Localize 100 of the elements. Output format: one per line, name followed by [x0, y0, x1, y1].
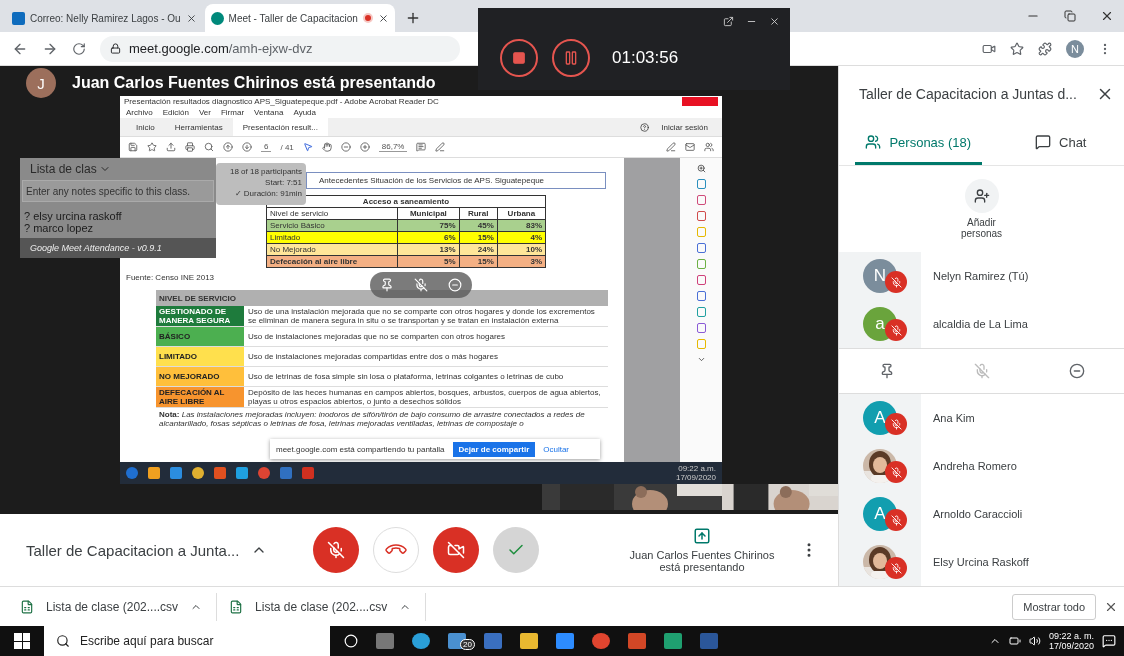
notifications-icon[interactable]	[1102, 634, 1116, 648]
add-people-label: Añadir personas	[959, 217, 1004, 239]
column-header: NIVEL DE SERVICIO	[159, 293, 237, 303]
menu-item[interactable]: Edición	[162, 108, 189, 117]
pointer-icon[interactable]	[302, 142, 313, 152]
page-count: / 41	[280, 142, 294, 152]
level-label: NO MEJORADO	[159, 372, 220, 381]
app-icon[interactable]	[258, 467, 270, 479]
hangup-button[interactable]	[373, 527, 420, 573]
zoom-field[interactable]: 86,7%	[378, 142, 408, 152]
footnote: Nota: Las instalaciones mejoradas incluyen: inodoros de sifón/tirón de bajo consumo de arrastre conectados a redes de alcantarillado, fosas sépticas o letrinas de fosa, letrinas mejoradas ventiladas, letrinas de compostaje o	[158, 409, 586, 430]
start-time: Start: 7:51	[265, 178, 302, 187]
spreadsheet-icon	[20, 599, 34, 614]
menu-item[interactable]: Firmar	[220, 108, 245, 117]
app-icon[interactable]	[192, 467, 204, 479]
browser-tab[interactable]: Correo: Nelly Ramirez Lagos - Ou	[6, 4, 203, 32]
help-icon[interactable]	[640, 122, 650, 132]
show-all-button[interactable]: Mostrar todo	[1012, 593, 1096, 620]
level-definition: Uso de una instalación mejorada que no se comparte con otros hogares y donde los excrementos se eliminan de manera segura in situ o se transportan y se tratan en instalación externa	[247, 306, 596, 326]
download-item[interactable]: Lista de clase (202....csv	[46, 599, 179, 614]
upload-icon[interactable]	[166, 142, 176, 152]
app-icon[interactable]	[126, 467, 138, 479]
level-label: LIMITADO	[159, 352, 198, 361]
participant-name: Andreha Romero	[933, 460, 1017, 472]
windows-start-icon[interactable]	[14, 633, 30, 649]
tab[interactable]: Inicio	[126, 118, 165, 136]
extensions-icon[interactable]	[1038, 41, 1052, 56]
clock-time: 09:22 a.m.	[678, 464, 716, 473]
reload-icon[interactable]	[72, 41, 86, 56]
menu-item[interactable]: Ver	[198, 108, 211, 117]
stop-icon	[512, 51, 526, 65]
chevron-down-icon[interactable]	[696, 355, 706, 364]
add-person-icon	[973, 188, 990, 204]
zoom-icon[interactable]	[696, 164, 706, 173]
search-icon[interactable]	[204, 142, 214, 152]
notes-field[interactable]: Enter any notes specific to this class.	[22, 180, 214, 202]
sign-icon[interactable]	[666, 142, 676, 152]
tab[interactable]: Personas (18)	[855, 122, 982, 165]
taskbar-search-field[interactable]: Escribe aquí para buscar	[44, 626, 330, 656]
page-down-icon[interactable]	[242, 142, 252, 152]
restore-icon[interactable]	[1064, 10, 1076, 22]
pause-button[interactable]	[552, 39, 590, 77]
participant-name: Elsy Urcina Raskoff	[933, 556, 1029, 568]
popout-icon[interactable]	[723, 16, 734, 27]
sign-in-link[interactable]: Iniciar sesión	[661, 122, 708, 132]
remove-icon[interactable]	[1068, 363, 1085, 379]
taskbar-clock[interactable]: 09:22 a. m. 17/09/2020	[1048, 631, 1094, 651]
close-icon[interactable]	[769, 16, 780, 27]
class-dropdown[interactable]: Lista de clas	[20, 158, 121, 180]
menu-item[interactable]: Ventana	[254, 108, 284, 117]
page-field[interactable]: 6	[261, 142, 272, 152]
menu-item[interactable]: Archivo	[126, 108, 153, 117]
close-icon[interactable]	[1100, 9, 1114, 23]
zoom-in-icon[interactable]	[359, 142, 370, 152]
stop-button[interactable]	[500, 39, 538, 77]
address-field[interactable]: meet.google.com/amh-ejxw-dvz	[100, 35, 460, 62]
star-icon[interactable]	[1010, 41, 1024, 56]
camera-off-icon	[447, 541, 466, 559]
slide-heading: Antecedentes Situación de los Servicios de APS. Siguatepeque	[306, 172, 606, 189]
tab[interactable]: Presentación result...	[232, 118, 328, 136]
page-up-icon[interactable]	[223, 142, 233, 152]
add-people-button[interactable]	[964, 179, 999, 213]
chat-icon	[1035, 134, 1051, 150]
stop-sharing-button[interactable]: Dejar de compartir	[452, 441, 536, 457]
pen-icon[interactable]	[435, 142, 446, 152]
camera-button[interactable]	[433, 527, 480, 573]
mic-off-icon	[327, 541, 346, 559]
menu-item[interactable]: Ayuda	[293, 108, 316, 117]
star-icon[interactable]	[147, 142, 157, 152]
recording-time: 01:03:56	[612, 48, 679, 68]
tab[interactable]: Herramientas	[164, 118, 233, 136]
table-title: Acceso a saneamiento	[266, 195, 546, 208]
save-icon[interactable]	[128, 142, 138, 152]
clock-date: 17/09/2020	[675, 473, 716, 482]
spreadsheet-icon	[229, 599, 244, 614]
presenter-label: Juan Carlos Fuentes Chirinos está presentando	[72, 74, 436, 92]
battery-icon[interactable]	[1008, 635, 1021, 647]
comment-icon[interactable]	[416, 142, 427, 152]
print-icon[interactable]	[185, 142, 195, 152]
hand-icon[interactable]	[321, 142, 332, 152]
avatar: J	[26, 68, 56, 98]
share-icon[interactable]	[704, 142, 714, 152]
app-icon[interactable]	[148, 467, 160, 479]
volume-icon[interactable]	[1028, 635, 1041, 647]
window-title: Presentación resultados diagnostico APS_Siguatepeque.pdf - Adobe Acrobat Reader DC	[124, 97, 439, 106]
pin-icon[interactable]	[380, 278, 394, 292]
participant-name: Ana Kim	[933, 412, 975, 424]
download-item[interactable]: Lista de clase (202....csv	[255, 599, 388, 614]
close-icon[interactable]	[185, 12, 197, 24]
close-icon[interactable]	[377, 12, 389, 24]
browser-tab[interactable]: Meet - Taller de Capacitacion	[204, 4, 395, 32]
hide-link[interactable]: Ocultar	[543, 444, 570, 454]
level-definition: Uso de instalaciones mejoradas compartidas entre dos o más hogares	[247, 351, 499, 363]
zoom-out-icon[interactable]	[340, 142, 351, 152]
share-message: meet.google.com está compartiendo tu pantalla	[276, 444, 445, 454]
present-icon[interactable]	[693, 527, 711, 545]
mic-button[interactable]	[313, 527, 360, 573]
attendee-name: ? marco lopez	[23, 222, 94, 234]
search-icon	[56, 634, 70, 648]
tab[interactable]: Chat	[997, 122, 1124, 165]
